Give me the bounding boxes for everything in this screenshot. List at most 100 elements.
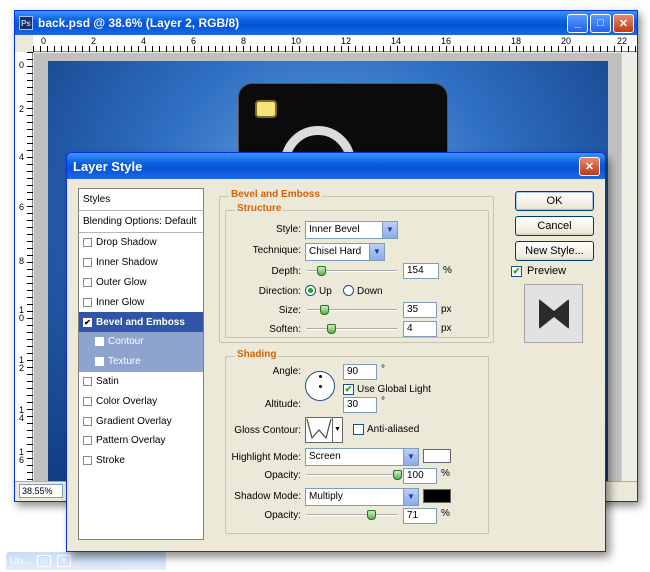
shadow-opacity-label: Opacity: [264, 510, 301, 521]
new-style-button[interactable]: New Style... [515, 241, 594, 261]
minimized-window-tab[interactable]: Un... □ ✕ [6, 552, 166, 570]
shadow-opacity-track[interactable] [307, 514, 397, 516]
checkbox[interactable] [83, 258, 92, 268]
zoom-field[interactable]: 38.55% [19, 484, 63, 498]
style-item-stroke[interactable]: Stroke [79, 451, 203, 471]
style-item-contour[interactable]: Contour [79, 331, 203, 352]
checkbox-checked[interactable]: ✔ [83, 317, 92, 327]
size-slider-thumb[interactable] [320, 305, 329, 315]
gloss-contour-label: Gloss Contour: [234, 425, 301, 436]
checkbox[interactable] [83, 297, 92, 307]
style-item-label: Outer Glow [96, 276, 147, 288]
chevron-down-icon[interactable]: ▼ [369, 244, 384, 260]
checkbox[interactable] [83, 238, 92, 248]
style-preview-thumbnail [524, 284, 583, 343]
gloss-contour-preview[interactable] [305, 417, 333, 443]
style-item-drop-shadow[interactable]: Drop Shadow [79, 233, 203, 253]
dialog-title: Layer Style [73, 158, 143, 174]
highlight-mode-label: Highlight Mode: [231, 452, 301, 463]
use-global-light-checkbox[interactable]: ✔ [343, 384, 354, 395]
restore-icon[interactable]: □ [37, 555, 52, 567]
shadow-opacity-thumb[interactable] [367, 510, 376, 520]
checkbox[interactable] [95, 337, 104, 347]
angle-input[interactable]: 90 [343, 364, 377, 380]
style-item-gradient-overlay[interactable]: Gradient Overlay [79, 411, 203, 431]
style-item-pattern-overlay[interactable]: Pattern Overlay [79, 431, 203, 451]
depth-input[interactable]: 154 [403, 263, 439, 279]
close-icon[interactable]: ✕ [57, 555, 72, 567]
highlight-mode-select[interactable]: Screen ▼ [305, 448, 419, 466]
close-icon[interactable]: ✕ [579, 156, 600, 176]
checkbox[interactable] [83, 436, 92, 446]
shadow-opacity-input[interactable]: 71 [403, 508, 437, 524]
ruler-label: 1 0 [19, 305, 25, 323]
checkbox[interactable] [83, 396, 92, 406]
checkbox[interactable] [95, 357, 104, 367]
highlight-opacity-track[interactable] [307, 474, 397, 476]
gloss-contour-dropdown[interactable]: ▼ [333, 417, 343, 443]
highlight-mode-value: Screen [309, 451, 341, 462]
checkbox[interactable] [83, 376, 92, 386]
chevron-down-icon[interactable]: ▼ [403, 449, 418, 465]
highlight-opacity-thumb[interactable] [393, 470, 402, 480]
ruler-label: 22 [617, 36, 628, 46]
checkbox[interactable] [83, 416, 92, 426]
contour-curve-icon [306, 418, 332, 440]
shadow-color-swatch[interactable] [423, 489, 451, 503]
close-icon[interactable]: ✕ [613, 13, 634, 33]
checkbox[interactable] [83, 456, 92, 466]
device-light [255, 100, 277, 118]
checkbox[interactable] [83, 277, 92, 287]
style-item-satin[interactable]: Satin [79, 372, 203, 392]
ruler-label: 0 [19, 60, 25, 70]
style-item-bevel-and-emboss[interactable]: ✔ Bevel and Emboss [79, 312, 203, 332]
bevel-section-title: Bevel and Emboss [229, 189, 322, 200]
style-item-texture[interactable]: Texture [79, 351, 203, 372]
style-item-inner-shadow[interactable]: Inner Shadow [79, 253, 203, 273]
depth-slider-thumb[interactable] [317, 266, 326, 276]
chevron-down-icon[interactable]: ▼ [403, 489, 418, 505]
chevron-down-icon[interactable]: ▼ [382, 222, 397, 238]
angle-label: Angle: [272, 366, 301, 377]
highlight-color-swatch[interactable] [423, 449, 451, 463]
dialog-title-bar[interactable]: Layer Style ✕ [67, 153, 605, 179]
anti-aliased-checkbox[interactable] [353, 424, 364, 435]
preview-checkbox[interactable]: ✔ [511, 266, 522, 277]
shadow-mode-label: Shadow Mode: [234, 491, 301, 502]
ruler-label: 20 [561, 36, 572, 46]
angle-dial[interactable] [305, 371, 335, 401]
altitude-input[interactable]: 30 [343, 397, 377, 413]
soften-label: Soften: [269, 324, 301, 335]
style-select[interactable]: Inner Bevel ▼ [305, 221, 398, 239]
blending-options-item[interactable]: Blending Options: Default [79, 211, 203, 233]
depth-label: Depth: [271, 266, 301, 277]
shadow-mode-select[interactable]: Multiply ▼ [305, 488, 419, 506]
highlight-opacity-unit: % [441, 468, 450, 479]
styles-header[interactable]: Styles [79, 189, 203, 211]
vertical-scrollbar[interactable] [621, 53, 637, 483]
soften-input[interactable]: 4 [403, 321, 437, 337]
preview-toggle[interactable]: ✔ Preview [511, 265, 566, 277]
minimize-icon[interactable]: _ [567, 13, 588, 33]
direction-down-radio[interactable] [343, 285, 354, 296]
style-item-inner-glow[interactable]: Inner Glow [79, 292, 203, 312]
size-label: Size: [278, 305, 301, 316]
angle-unit: ° [381, 364, 385, 375]
document-title-bar[interactable]: Ps back.psd @ 38.6% (Layer 2, RGB/8) _ □… [15, 11, 637, 35]
direction-up-radio[interactable] [305, 285, 316, 296]
style-item-color-overlay[interactable]: Color Overlay [79, 391, 203, 411]
soften-slider-track[interactable] [307, 328, 397, 330]
maximize-icon[interactable]: □ [590, 13, 611, 33]
soften-slider-thumb[interactable] [327, 324, 336, 334]
technique-select[interactable]: Chisel Hard ▼ [305, 243, 385, 261]
style-item-outer-glow[interactable]: Outer Glow [79, 273, 203, 293]
cancel-button[interactable]: Cancel [515, 216, 594, 236]
ruler-label: 1 6 [19, 447, 25, 465]
ruler-label: 1 4 [19, 405, 25, 423]
size-input[interactable]: 35 [403, 302, 437, 318]
style-item-label: Satin [96, 375, 119, 387]
angle-dial-marker [319, 375, 322, 378]
highlight-opacity-input[interactable]: 100 [403, 468, 437, 484]
ok-button[interactable]: OK [515, 191, 594, 211]
technique-label: Technique: [252, 245, 301, 256]
